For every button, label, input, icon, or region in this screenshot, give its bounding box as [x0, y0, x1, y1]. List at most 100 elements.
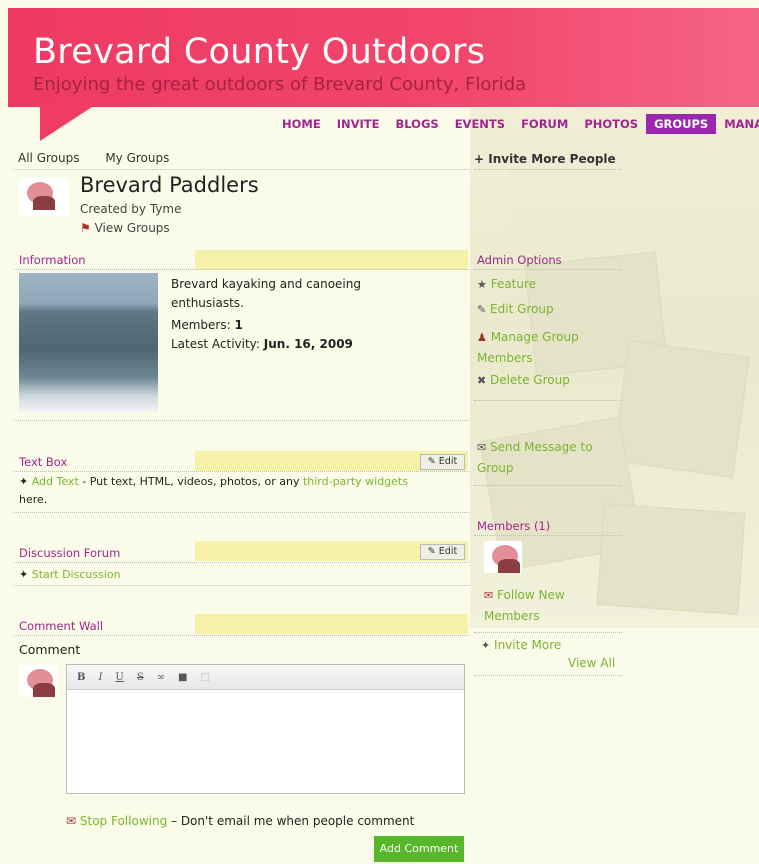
- comment-editor[interactable]: B I U S ∞ ■ □: [66, 664, 465, 794]
- edit-label: Edit: [438, 456, 458, 467]
- group-subnav: All Groups My Groups: [18, 151, 191, 165]
- divider: [14, 471, 469, 472]
- link-icon[interactable]: ∞: [157, 672, 165, 683]
- delete-group-link[interactable]: ✖ Delete Group: [477, 373, 570, 387]
- delete-icon: ✖: [477, 374, 487, 387]
- plus-icon: +: [474, 152, 485, 166]
- created-by: Created by Tyme: [80, 202, 182, 216]
- divider: [14, 562, 469, 563]
- image-icon[interactable]: ■: [178, 672, 187, 683]
- nav-home[interactable]: HOME: [274, 114, 329, 134]
- textbox-description: ✦ Add Text - Put text, HTML, videos, pho…: [19, 473, 464, 509]
- group-avatar[interactable]: [19, 178, 69, 216]
- forum-heading: Discussion Forum: [19, 546, 121, 560]
- section-highlight: [195, 614, 468, 634]
- all-groups-link[interactable]: All Groups: [18, 151, 79, 165]
- plus-icon: ✦: [19, 568, 29, 581]
- edit-group-link[interactable]: ✎ Edit Group: [477, 302, 554, 316]
- collage-photo: [612, 340, 750, 478]
- commenter-avatar: [19, 665, 57, 697]
- invite-more-people[interactable]: + Invite More People: [474, 152, 616, 166]
- divider: [474, 169, 622, 170]
- view-all-label: View All: [568, 656, 616, 670]
- nav-manage[interactable]: MANAGE: [716, 114, 759, 134]
- pencil-icon: ✎: [427, 546, 436, 557]
- divider: [474, 269, 622, 270]
- divider: [474, 535, 622, 536]
- feature-link[interactable]: ★ Feature: [477, 277, 536, 291]
- send-message-link[interactable]: ✉ Send Message to Group: [477, 437, 617, 478]
- group-photo[interactable]: [19, 273, 158, 412]
- view-all-link[interactable]: View All: [568, 656, 615, 670]
- invite-more-label: Invite More: [494, 638, 562, 652]
- divider: [474, 485, 622, 486]
- divider: [14, 169, 469, 170]
- comment-label: Comment: [19, 642, 81, 657]
- nav-photos[interactable]: PHOTOS: [576, 114, 646, 134]
- follow-new-members-link[interactable]: ✉ Follow New Members: [484, 585, 604, 626]
- view-groups-link[interactable]: ⚑ View Groups: [80, 221, 170, 235]
- header-tail: [40, 105, 95, 141]
- strikethrough-button[interactable]: S: [137, 672, 144, 683]
- bold-button[interactable]: B: [77, 672, 85, 683]
- members-count: Members: 1: [171, 316, 243, 335]
- edit-label: Edit: [438, 546, 458, 557]
- members-label: Members:: [171, 318, 231, 332]
- admin-heading: Admin Options: [477, 253, 562, 267]
- members-heading: Members (1): [477, 519, 551, 533]
- group-description: Brevard kayaking and canoeing enthusiast…: [171, 277, 361, 310]
- textbox-heading: Text Box: [19, 455, 68, 469]
- member-avatar[interactable]: [484, 541, 522, 573]
- section-highlight: [195, 250, 468, 270]
- star-icon: ★: [477, 278, 487, 291]
- nav-groups[interactable]: GROUPS: [646, 114, 717, 134]
- textbox-edit-button[interactable]: ✎ Edit: [420, 454, 465, 470]
- start-discussion-link[interactable]: Start Discussion: [32, 568, 121, 581]
- send-message-label: Send Message to Group: [477, 440, 593, 475]
- view-groups-label: View Groups: [94, 221, 170, 235]
- textbox-desc-b: here.: [19, 493, 48, 506]
- nav-events[interactable]: EVENTS: [447, 114, 513, 134]
- plus-icon: ✦: [481, 639, 491, 652]
- envelope-icon: ✉: [477, 441, 487, 454]
- add-comment-button[interactable]: Add Comment: [374, 836, 464, 862]
- main-nav: HOME INVITE BLOGS EVENTS FORUM PHOTOS GR…: [274, 114, 759, 134]
- people-icon: ♟: [477, 331, 487, 344]
- pencil-icon: ✎: [427, 456, 436, 467]
- nav-forum[interactable]: FORUM: [513, 114, 576, 134]
- page: Brevard County Outdoors Enjoying the gre…: [0, 0, 759, 864]
- divider: [474, 400, 622, 401]
- divider: [14, 512, 469, 513]
- manage-members-label: Manage Group Members: [477, 330, 579, 365]
- stop-following-link[interactable]: Stop Following: [80, 814, 167, 828]
- activity-value: Jun. 16, 2009: [263, 337, 353, 351]
- invite-more-link[interactable]: ✦ Invite More: [481, 638, 561, 652]
- group-title: Brevard Paddlers: [80, 173, 259, 197]
- manage-members-link[interactable]: ♟ Manage Group Members: [477, 327, 617, 368]
- my-groups-link[interactable]: My Groups: [105, 151, 169, 165]
- divider: [14, 269, 469, 270]
- pencil-icon: ✎: [477, 303, 487, 316]
- divider: [14, 585, 469, 586]
- textbox-desc-a: - Put text, HTML, videos, photos, or any: [78, 475, 303, 488]
- site-title[interactable]: Brevard County Outdoors: [33, 32, 485, 72]
- delete-group-label: Delete Group: [490, 373, 570, 387]
- underline-button[interactable]: U: [115, 672, 123, 683]
- follow-icon: ✉: [484, 589, 494, 602]
- divider: [14, 420, 469, 421]
- stop-following-desc: – Don't email me when people comment: [167, 814, 415, 828]
- third-party-widgets-link[interactable]: third-party widgets: [303, 475, 408, 488]
- groups-icon: ⚑: [80, 221, 91, 235]
- plus-icon: ✦: [19, 475, 29, 488]
- italic-button[interactable]: I: [98, 672, 102, 683]
- nav-invite[interactable]: INVITE: [329, 114, 388, 134]
- nav-blogs[interactable]: BLOGS: [388, 114, 447, 134]
- file-icon[interactable]: □: [201, 672, 210, 683]
- latest-activity: Latest Activity: Jun. 16, 2009: [171, 335, 353, 354]
- divider: [14, 635, 469, 636]
- divider: [474, 632, 622, 633]
- forum-edit-button[interactable]: ✎ Edit: [420, 544, 465, 560]
- information-heading: Information: [19, 253, 86, 267]
- collage-photo: [596, 503, 746, 615]
- add-text-link[interactable]: Add Text: [32, 475, 79, 488]
